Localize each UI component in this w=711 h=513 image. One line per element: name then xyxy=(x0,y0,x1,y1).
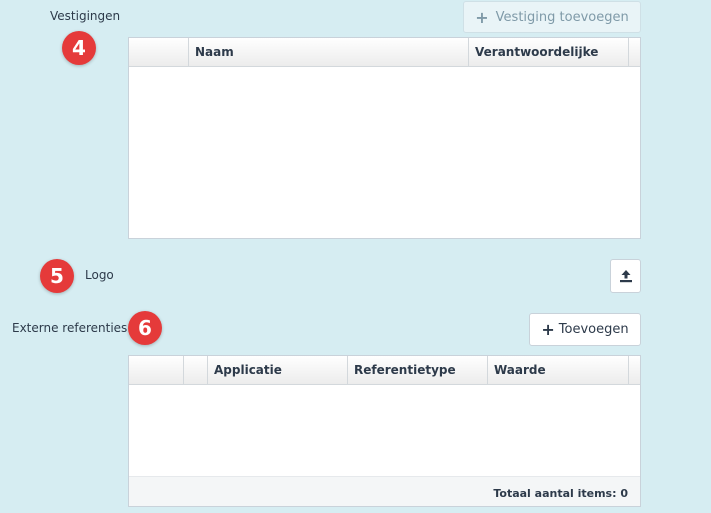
grid-footer: Totaal aantal items: 0 xyxy=(129,476,640,506)
column-header-filler xyxy=(629,356,641,384)
externe-referenties-grid: Applicatie Referentietype Waarde Totaal … xyxy=(128,355,641,507)
toevoegen-label: Toevoegen xyxy=(558,322,629,337)
plus-icon: + xyxy=(541,320,555,339)
column-header-select[interactable] xyxy=(129,38,189,66)
column-header-referentietype[interactable]: Referentietype xyxy=(348,356,488,384)
vestiging-toevoegen-button[interactable]: + Vestiging toevoegen xyxy=(463,1,641,33)
plus-icon: + xyxy=(475,7,489,27)
step-badge-4: 4 xyxy=(62,31,96,65)
column-header-select[interactable] xyxy=(129,356,184,384)
step-badge-5: 5 xyxy=(40,259,74,293)
column-header-applicatie[interactable]: Applicatie xyxy=(208,356,348,384)
externe-referenties-label: Externe referenties xyxy=(12,321,128,335)
column-header-filler xyxy=(629,38,641,66)
column-header-expand[interactable] xyxy=(184,356,208,384)
total-items-count: Totaal aantal items: 0 xyxy=(493,487,628,500)
externe-referenties-grid-header: Applicatie Referentietype Waarde xyxy=(129,356,640,385)
vestiging-toevoegen-label: Vestiging toevoegen xyxy=(495,9,629,25)
toevoegen-button[interactable]: + Toevoegen xyxy=(529,313,641,346)
upload-icon xyxy=(619,270,632,283)
vestigingen-grid-header: Naam Verantwoordelijke xyxy=(129,38,640,67)
logo-label: Logo xyxy=(85,268,114,282)
column-header-waarde[interactable]: Waarde xyxy=(488,356,629,384)
logo-upload-button[interactable] xyxy=(610,259,641,293)
column-header-naam[interactable]: Naam xyxy=(189,38,469,66)
column-header-verantwoordelijke[interactable]: Verantwoordelijke xyxy=(469,38,629,66)
step-badge-6: 6 xyxy=(128,311,162,345)
vestigingen-grid: Naam Verantwoordelijke xyxy=(128,37,641,239)
vestigingen-label: Vestigingen xyxy=(50,9,121,23)
